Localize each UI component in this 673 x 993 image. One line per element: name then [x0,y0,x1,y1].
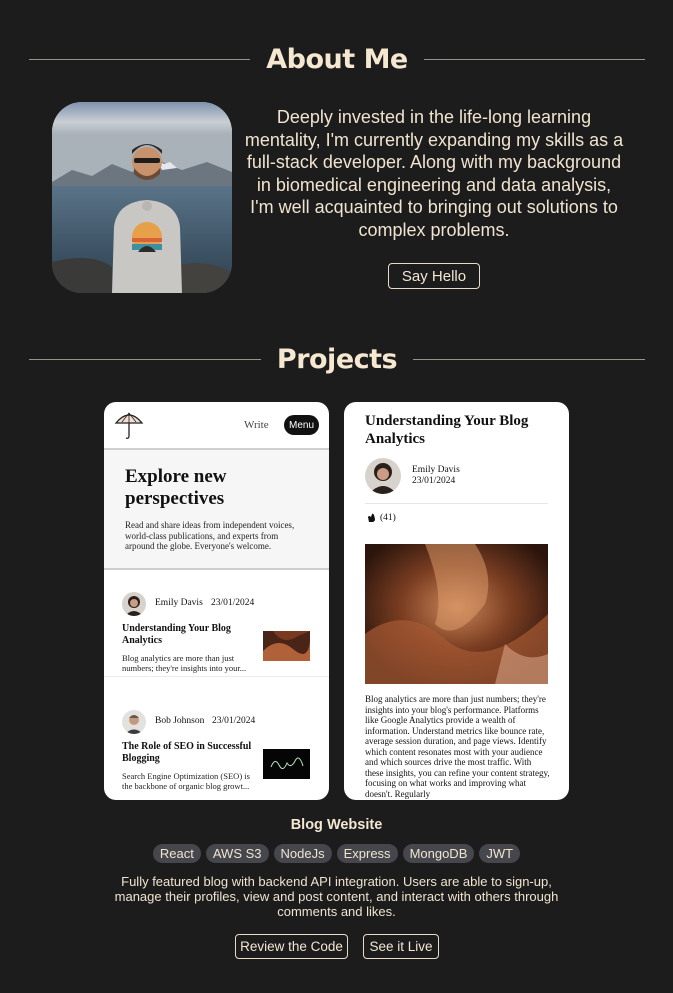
article-date: 23/01/2024 [412,476,456,486]
post-excerpt: Search Engine Optimization (SEO) is the … [122,771,250,791]
avatar [365,458,401,494]
preview-navbar: Write Menu [104,402,329,450]
tech-tags: React AWS S3 NodeJs Express MongoDB JWT [0,844,673,863]
clap-icon [368,513,375,522]
post-thumbnail [263,631,310,661]
about-text: Deeply invested in the life-long learnin… [244,107,624,240]
say-hello-button[interactable]: Say Hello [388,263,480,289]
article-title: Understanding Your Blog Analytics [365,413,529,447]
post-thumbnail [263,749,310,779]
see-it-live-button[interactable]: See it Live [363,934,439,959]
umbrella-logo-icon [114,412,144,439]
project-name: Blog Website [290,817,383,833]
tag-nodejs: NodeJs [273,844,332,863]
clap-count: (41) [367,513,396,523]
list-item: Bob Johnson 23/01/2024 The Role of SEO i… [104,690,329,795]
tag-mongodb: MongoDB [402,844,475,863]
tag-jwt: JWT [479,844,521,863]
tag-aws-s3: AWS S3 [205,844,269,863]
nav-menu-button: Menu [284,415,319,435]
about-section-heading: About Me [29,44,646,75]
article-author: Emily Davis [412,465,460,475]
divider [365,503,548,504]
tag-react: React [152,844,201,863]
project-screenshot-article: Understanding Your Blog Analytics Emily … [344,402,569,800]
review-code-button[interactable]: Review the Code [235,934,348,959]
article-image [365,544,548,684]
post-excerpt: Blog analytics are more than just number… [122,653,247,673]
list-item: Emily Davis 23/01/2024 Understanding You… [104,572,329,677]
heading-rule-right [423,59,646,60]
post-title: The Role of SEO in Successful Blogging [122,741,252,764]
projects-title: Projects [276,344,398,375]
projects-section-heading: Projects [29,344,646,375]
avatar [122,710,146,734]
heading-rule-left [29,359,261,360]
hero-title: Explore new perspectives [125,466,227,509]
clap-count-value: (41) [380,513,396,523]
post-date: 23/01/2024 [211,598,255,608]
project-screenshot-home: Write Menu Explore new perspectives Read… [104,402,329,800]
post-author: Emily Davis [155,598,203,608]
post-date: 23/01/2024 [212,716,256,726]
post-title: Understanding Your Blog Analytics [122,623,231,646]
preview-hero: Explore new perspectives Read and share … [104,450,329,570]
post-author: Bob Johnson [155,716,205,726]
avatar [122,592,146,616]
project-description: Fully featured blog with backend API int… [114,874,559,919]
heading-rule-right [413,359,646,360]
article-body: Blog analytics are more than just number… [365,694,550,799]
heading-rule-left [29,59,251,60]
about-title: About Me [266,44,408,75]
nav-write-link: Write [244,419,269,431]
profile-photo [52,102,232,293]
tag-express: Express [336,844,398,863]
hero-text: Read and share ideas from independent vo… [125,520,295,551]
